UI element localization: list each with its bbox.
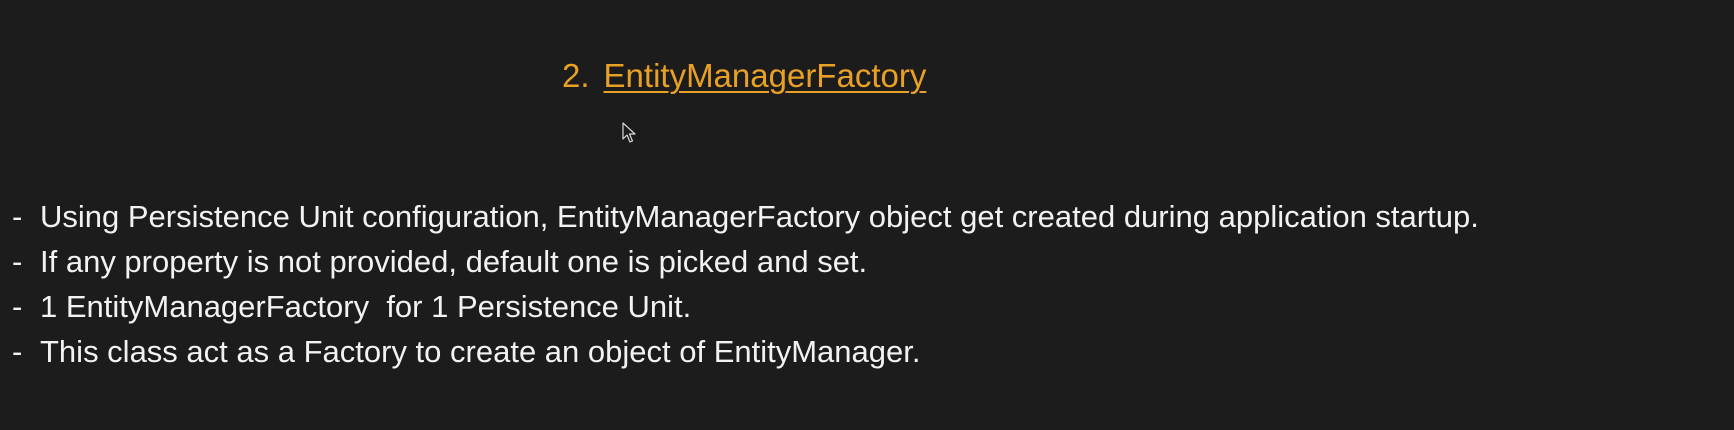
mouse-pointer-icon	[622, 122, 636, 143]
heading-title: EntityManagerFactory	[603, 57, 927, 94]
bullet-text: 1 EntityManagerFactory for 1 Persistence…	[40, 289, 692, 324]
list-item: - 1 EntityManagerFactory for 1 Persisten…	[12, 289, 1479, 334]
list-item: - This class act as a Factory to create …	[12, 334, 1479, 379]
bullet-text: If any property is not provided, default…	[40, 244, 868, 279]
bullet-marker: -	[12, 334, 23, 369]
bullet-marker: -	[12, 244, 23, 279]
bullet-marker: -	[12, 199, 23, 234]
bullet-text: This class act as a Factory to create an…	[40, 334, 921, 369]
heading-number: 2.	[562, 57, 590, 94]
list-item: - Using Persistence Unit configuration, …	[12, 199, 1479, 244]
list-item: - If any property is not provided, defau…	[12, 244, 1479, 289]
bullet-marker: -	[12, 289, 23, 324]
section-heading: 2. EntityManagerFactory	[562, 54, 926, 98]
bullet-list: - Using Persistence Unit configuration, …	[12, 199, 1479, 379]
bullet-text: Using Persistence Unit configuration, En…	[40, 199, 1479, 234]
